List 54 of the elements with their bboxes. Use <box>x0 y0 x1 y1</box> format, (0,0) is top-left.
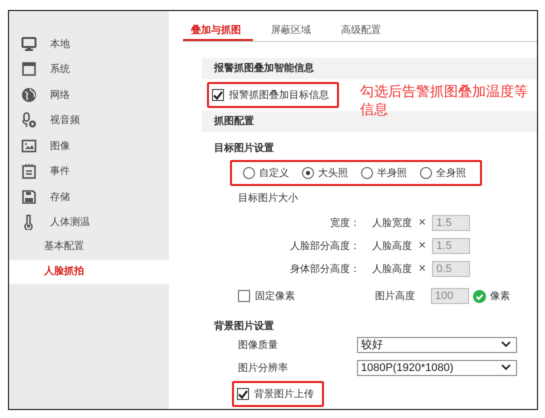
window-icon <box>21 61 37 78</box>
subsection-title: 目标图片设置 <box>213 142 275 155</box>
sidebar-item[interactable]: 事件 <box>9 158 169 184</box>
radio-button[interactable] <box>361 167 373 179</box>
field-label: 目标图片大小 <box>237 192 299 206</box>
tab[interactable]: 高级配置 <box>333 23 393 40</box>
field-label: 人脸宽度 <box>372 216 413 230</box>
image-icon <box>21 138 37 154</box>
sidebar-item[interactable]: 视音频 <box>9 108 169 133</box>
tab[interactable]: 屏蔽区域 <box>263 23 323 40</box>
field-label: 宽度： <box>329 216 360 230</box>
calendar-icon <box>21 163 37 180</box>
sidebar-subitem[interactable]: 人脸抓拍 <box>9 260 169 284</box>
microphone-camera-icon <box>21 112 37 128</box>
section-header: 报警抓图叠加智能信息 <box>202 58 537 79</box>
dropdown[interactable]: 1080P(1920*1080) <box>357 360 517 376</box>
field-label: 人脸部分高度： <box>289 240 360 252</box>
sidebar-item[interactable]: 网络 <box>9 82 169 108</box>
subsection-title: 背景图片设置 <box>213 320 275 333</box>
monitor-icon <box>21 36 37 52</box>
checkbox[interactable] <box>212 89 224 101</box>
sidebar-item[interactable]: 图像 <box>9 133 169 158</box>
sidebar-subitem[interactable]: 基本配置 <box>9 235 169 260</box>
checkbox-label: 报警抓图叠加目标信息 <box>229 88 329 102</box>
radio-button[interactable] <box>243 167 255 179</box>
chevron-down-icon <box>501 364 511 371</box>
checkbox[interactable] <box>238 290 250 302</box>
sidebar-item[interactable]: 本地 <box>9 31 169 56</box>
field-label: 图像质量 <box>237 338 279 352</box>
field-label: 人脸高度 <box>372 262 413 276</box>
radio-label: 全身照 <box>436 167 466 180</box>
tab[interactable]: 叠加与抓图 <box>183 23 253 41</box>
checkbox-label: 固定像素 <box>255 290 295 303</box>
radio-label: 大头照 <box>318 166 348 180</box>
sidebar-item[interactable]: 系统 <box>9 56 169 82</box>
unit-label: 像素 <box>490 290 510 303</box>
sidebar-item[interactable]: 存储 <box>9 184 169 210</box>
globe-icon <box>21 86 37 103</box>
multiply-sign: × <box>418 263 426 274</box>
checkbox[interactable] <box>237 388 249 400</box>
radio-label: 半身照 <box>377 166 407 180</box>
field-label: 图片分辨率 <box>237 362 289 374</box>
multiply-sign: × <box>418 217 426 228</box>
chevron-down-icon <box>501 341 511 348</box>
field-label: 身体部分高度： <box>289 262 360 276</box>
dropdown[interactable]: 较好 <box>357 336 517 352</box>
checkbox-label: 背景图片上传 <box>254 388 314 401</box>
sidebar-item[interactable]: 人体测温 <box>9 210 169 235</box>
radio-button[interactable] <box>420 167 432 179</box>
field-label: 人脸高度 <box>372 240 413 252</box>
radio-button[interactable] <box>302 167 314 179</box>
radio-label: 自定义 <box>259 166 289 180</box>
field-label: 图片高度 <box>375 290 416 303</box>
multiply-sign: × <box>418 240 426 251</box>
